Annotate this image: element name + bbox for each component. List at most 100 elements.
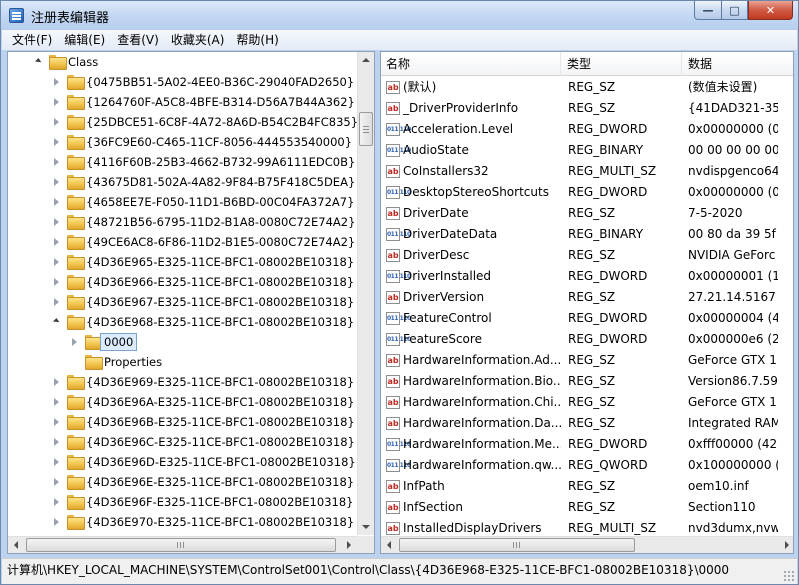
tree-node[interactable]: {4D36E966-E325-11CE-BFC1-08002BE10318} xyxy=(8,272,357,292)
tree-node[interactable]: {4D36E969-E325-11CE-BFC1-08002BE10318} xyxy=(8,372,357,392)
tree-node[interactable]: {4D36E965-E325-11CE-BFC1-08002BE10318} xyxy=(8,252,357,272)
collapse-arrow-icon[interactable] xyxy=(52,317,61,326)
tree-node[interactable]: {49CE6AC8-6F86-11D2-B1E5-0080C72E74A2} xyxy=(8,232,357,252)
registry-value-row[interactable]: ab DriverDate REG_SZ 7-5-2020 xyxy=(381,203,793,224)
menu-view[interactable]: 查看(V) xyxy=(111,30,165,50)
tree-node[interactable]: {25DBCE51-6C8F-4A72-8A6D-B54C2B4FC835} xyxy=(8,112,357,132)
tree-hscroll-thumb[interactable] xyxy=(26,538,336,552)
close-button[interactable]: ✕ xyxy=(748,1,793,20)
registry-value-row[interactable]: 011 110 HardwareInformation.Me... REG_DWOR… xyxy=(381,434,793,455)
key-tree: Class {0475BB51-5A02-4EE0-B36C-29040FAD2… xyxy=(8,52,357,535)
scroll-down-arrow-icon[interactable] xyxy=(362,525,370,529)
expand-arrow-icon[interactable] xyxy=(54,218,59,226)
expand-arrow-icon[interactable] xyxy=(54,398,59,406)
expand-arrow-icon[interactable] xyxy=(54,518,59,526)
scroll-up-arrow-icon[interactable] xyxy=(362,58,370,62)
menu-help[interactable]: 帮助(H) xyxy=(230,30,284,50)
scroll-left-arrow-icon[interactable] xyxy=(14,541,18,549)
tree-vertical-scrollbar[interactable] xyxy=(357,52,374,535)
tree-node[interactable]: {4D36E968-E325-11CE-BFC1-08002BE10318} xyxy=(8,312,357,332)
tree-node-0000[interactable]: 0000 xyxy=(8,332,357,352)
registry-value-row[interactable]: 011 110 DriverInstalled REG_DWORD 0x0000000… xyxy=(381,266,793,287)
tree-vscroll-thumb[interactable] xyxy=(359,112,373,146)
scroll-right-arrow-icon[interactable] xyxy=(785,541,789,549)
expand-arrow-icon[interactable] xyxy=(54,298,59,306)
registry-value-row[interactable]: ab CoInstallers32 REG_MULTI_SZ nvdispgenco6… xyxy=(381,161,793,182)
expand-arrow-icon[interactable] xyxy=(54,78,59,86)
tree-node[interactable]: {4D36E970-E325-11CE-BFC1-08002BE10318} xyxy=(8,512,357,532)
scroll-right-arrow-icon[interactable] xyxy=(347,541,351,549)
registry-value-row[interactable]: ab DriverDesc REG_SZ NVIDIA GeForc xyxy=(381,245,793,266)
expand-arrow-icon[interactable] xyxy=(54,378,59,386)
registry-editor-icon xyxy=(9,8,24,23)
expand-arrow-icon[interactable] xyxy=(54,418,59,426)
folder-icon xyxy=(67,435,85,450)
tree-horizontal-scrollbar[interactable] xyxy=(8,536,357,553)
registry-value-row[interactable]: 011 110 Acceleration.Level REG_DWORD 0x0000… xyxy=(381,119,793,140)
expand-arrow-icon[interactable] xyxy=(54,258,59,266)
tree-node[interactable]: {4D36E96D-E325-11CE-BFC1-08002BE10318} xyxy=(8,452,357,472)
expand-arrow-icon[interactable] xyxy=(54,198,59,206)
resize-grip-icon[interactable] xyxy=(783,570,795,582)
registry-value-row[interactable]: 011 110 FeatureControl REG_DWORD 0x00000004… xyxy=(381,308,793,329)
list-hscroll-thumb[interactable] xyxy=(399,538,635,552)
minimize-button[interactable]: — xyxy=(694,1,721,20)
expand-arrow-icon[interactable] xyxy=(54,118,59,126)
expand-arrow-icon[interactable] xyxy=(72,338,77,346)
registry-value-row[interactable]: 011 110 AudioState REG_BINARY 00 00 00 00 0… xyxy=(381,140,793,161)
tree-node[interactable]: {4D36E96C-E325-11CE-BFC1-08002BE10318} xyxy=(8,432,357,452)
expand-arrow-icon[interactable] xyxy=(54,138,59,146)
registry-value-row[interactable]: 011 110 FeatureScore REG_DWORD 0x000000e6 (… xyxy=(381,329,793,350)
registry-value-row[interactable]: ab InfSection REG_SZ Section110 xyxy=(381,497,793,518)
menu-edit[interactable]: 编辑(E) xyxy=(58,30,111,50)
tree-node[interactable]: {4658EE7E-F050-11D1-B6BD-00C04FA372A7} xyxy=(8,192,357,212)
tree-node[interactable]: {4D36E96A-E325-11CE-BFC1-08002BE10318} xyxy=(8,392,357,412)
tree-node[interactable]: {48721B56-6795-11D2-B1A8-0080C72E74A2} xyxy=(8,212,357,232)
column-header-name[interactable]: 名称 xyxy=(381,52,561,76)
expand-arrow-icon[interactable] xyxy=(54,498,59,506)
registry-value-row[interactable]: 011 110 DesktopStereoShortcuts REG_DWORD 0x… xyxy=(381,182,793,203)
values-list-pane: 名称 类型 数据 ab (默认) REG_SZ (数值未设置) ab _DriverPro… xyxy=(380,51,794,554)
folder-icon xyxy=(67,475,85,490)
registry-value-row[interactable]: 011 110 DriverDateData REG_BINARY 00 80 da … xyxy=(381,224,793,245)
expand-arrow-icon[interactable] xyxy=(54,158,59,166)
title-bar[interactable]: 注册表编辑器 — □ ✕ xyxy=(1,1,798,30)
tree-node[interactable]: {4D36E96E-E325-11CE-BFC1-08002BE10318} xyxy=(8,472,357,492)
maximize-button[interactable]: □ xyxy=(721,1,748,20)
tree-node[interactable]: {0475BB51-5A02-4EE0-B36C-29040FAD2650} xyxy=(8,72,357,92)
list-horizontal-scrollbar[interactable] xyxy=(381,536,793,553)
registry-value-row[interactable]: ab InfPath REG_SZ oem10.inf xyxy=(381,476,793,497)
expand-arrow-icon[interactable] xyxy=(54,98,59,106)
registry-value-row[interactable]: ab InstalledDisplayDrivers REG_MULTI_SZ nvd… xyxy=(381,518,793,538)
registry-value-row[interactable]: ab HardwareInformation.Da... REG_SZ Integra… xyxy=(381,413,793,434)
column-header-data[interactable]: 数据 xyxy=(683,52,793,76)
tree-node[interactable]: {4D36E967-E325-11CE-BFC1-08002BE10318} xyxy=(8,292,357,312)
tree-node[interactable]: {1264760F-A5C8-4BFE-B314-D56A7B44A362} xyxy=(8,92,357,112)
expand-arrow-icon[interactable] xyxy=(54,438,59,446)
expand-arrow-icon[interactable] xyxy=(54,278,59,286)
registry-value-row[interactable]: ab (默认) REG_SZ (数值未设置) xyxy=(381,77,793,98)
registry-value-row[interactable]: ab HardwareInformation.Bio... REG_SZ Versio… xyxy=(381,371,793,392)
menu-favorites[interactable]: 收藏夹(A) xyxy=(165,30,231,50)
tree-node[interactable]: {4116F60B-25B3-4662-B732-99A6111EDC0B} xyxy=(8,152,357,172)
expand-arrow-icon[interactable] xyxy=(54,458,59,466)
expand-arrow-icon[interactable] xyxy=(54,478,59,486)
tree-node[interactable]: {4D36E96B-E325-11CE-BFC1-08002BE10318} xyxy=(8,412,357,432)
registry-value-row[interactable]: ab _DriverProviderInfo REG_SZ {41DAD321-35I xyxy=(381,98,793,119)
collapse-arrow-icon[interactable] xyxy=(34,57,43,66)
tree-node[interactable]: {36FC9E60-C465-11CF-8056-444553540000} xyxy=(8,132,357,152)
expand-arrow-icon[interactable] xyxy=(54,238,59,246)
registry-value-row[interactable]: ab HardwareInformation.Chi... REG_SZ GeForc… xyxy=(381,392,793,413)
tree-node-class[interactable]: Class xyxy=(8,52,357,72)
registry-value-row[interactable]: 011 110 HardwareInformation.qw... REG_QWOR… xyxy=(381,455,793,476)
folder-icon xyxy=(67,95,85,110)
menu-file[interactable]: 文件(F) xyxy=(6,30,58,50)
expand-arrow-icon[interactable] xyxy=(54,178,59,186)
tree-node[interactable]: {4D36E96F-E325-11CE-BFC1-08002BE10318} xyxy=(8,492,357,512)
registry-value-row[interactable]: ab HardwareInformation.Ad... REG_SZ GeForce… xyxy=(381,350,793,371)
column-header-type[interactable]: 类型 xyxy=(562,52,682,76)
registry-value-row[interactable]: ab DriverVersion REG_SZ 27.21.14.5167 xyxy=(381,287,793,308)
tree-node-properties[interactable]: Properties xyxy=(8,352,357,372)
tree-node[interactable]: {43675D81-502A-4A82-9F84-B75F418C5DEA} xyxy=(8,172,357,192)
scroll-left-arrow-icon[interactable] xyxy=(387,541,391,549)
